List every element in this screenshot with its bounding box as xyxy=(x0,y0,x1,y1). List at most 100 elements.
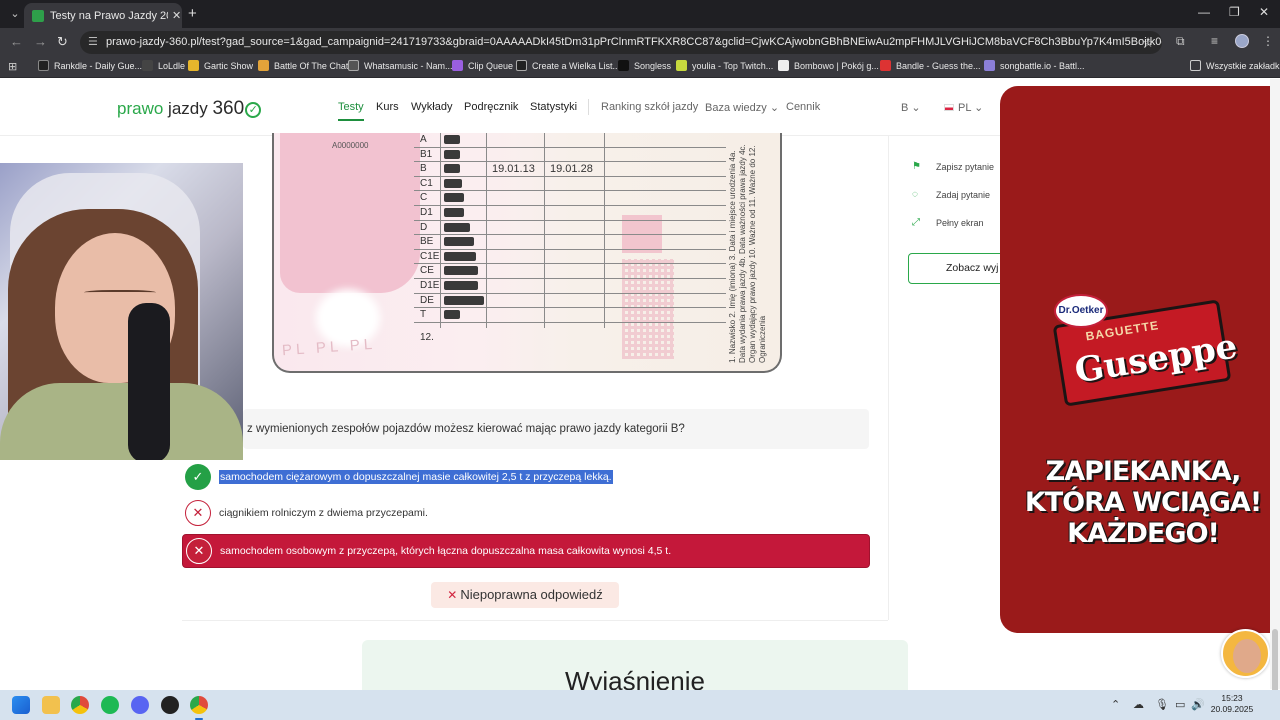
nav-statystyki[interactable]: Statystyki xyxy=(530,101,577,113)
category-select[interactable]: B ⌄ xyxy=(901,101,921,114)
bookmarks-bar: ⊞ Rankdle - Daily Gue... LoLdle Gartic S… xyxy=(0,56,1280,78)
question-text: z wymienionych zespołów pojazdów możesz … xyxy=(243,409,869,449)
nav-podrecznik[interactable]: Podręcznik xyxy=(464,101,518,113)
table-line xyxy=(440,133,441,328)
bookmark-icon xyxy=(348,60,359,71)
volume-icon[interactable]: 🔊 xyxy=(1191,698,1205,711)
back-icon[interactable]: ← xyxy=(10,34,23,49)
close-icon: ✕ xyxy=(185,500,211,526)
license-number: A0000000 xyxy=(332,141,369,150)
chevron-down-icon: ⌄ xyxy=(974,102,984,114)
bookmark-item[interactable]: Create a Wielka List... xyxy=(516,60,620,71)
bookmark-item[interactable]: Clip Queue xyxy=(452,60,513,71)
tractor-icon xyxy=(444,310,460,320)
license-category-table: A B1 B 19.01.13 19.01.28 C1 C D1 D BE C1E … xyxy=(414,133,726,328)
result-badge: ✕ Niepoprawna odpowiedź xyxy=(431,582,619,608)
bookmark-icon xyxy=(452,60,463,71)
motorcycle-icon xyxy=(444,135,460,144)
nav-kurs[interactable]: Kurs xyxy=(376,101,399,113)
apps-icon[interactable]: ⊞ xyxy=(8,60,17,73)
network-icon[interactable]: ▭ xyxy=(1175,698,1185,711)
advertisement-overlay[interactable]: BAGUETTE Guseppe Dr.Oetker ZAPIEKANKA, K… xyxy=(1000,86,1280,633)
chrome-active-icon[interactable] xyxy=(190,696,208,720)
license-row: A xyxy=(414,133,726,148)
tab-close-icon[interactable]: ✕ xyxy=(172,9,181,22)
save-question-button[interactable]: ⚑ Zapisz pytanie xyxy=(912,161,994,172)
browser-tab[interactable]: Testy na Prawo Jazdy 2025 - Da ✕ xyxy=(24,3,182,28)
license-row: D1 xyxy=(414,206,726,221)
bookmark-icon xyxy=(516,60,527,71)
bookmark-item[interactable]: Whatsamusic - Nam... xyxy=(348,60,453,71)
restore-icon[interactable]: ❐ xyxy=(1229,5,1240,19)
menu-icon[interactable]: ⋮ xyxy=(1262,34,1274,48)
answer-option[interactable]: ✕ ciągnikiem rolniczym z dwiema przyczep… xyxy=(182,496,870,530)
bookmark-icon xyxy=(778,60,789,71)
bookmark-item[interactable]: youlia - Top Twitch... xyxy=(676,60,773,71)
license-legend-text: 1. Nazwisko 2. Imię (imiona) 3. Data i m… xyxy=(728,144,767,363)
row-12-label: 12. xyxy=(420,332,434,343)
bookmark-item[interactable]: Bandle - Guess the... xyxy=(880,60,981,71)
minimize-icon[interactable]: — xyxy=(1198,5,1210,19)
obs-icon[interactable] xyxy=(161,696,179,714)
van-icon xyxy=(444,178,462,188)
all-bookmarks[interactable]: Wszystkie zakładki xyxy=(1190,60,1280,71)
folder-icon xyxy=(258,60,269,71)
poland-flag-icon xyxy=(944,104,954,111)
spotify-icon[interactable] xyxy=(101,696,119,714)
site-favicon-icon xyxy=(32,9,44,22)
divider xyxy=(182,620,888,621)
bookmark-item[interactable]: Gartic Show xyxy=(188,60,253,71)
new-tab-icon[interactable]: + xyxy=(188,5,197,23)
explanation-title: Wyjaśnienie xyxy=(565,666,705,690)
site-logo[interactable]: prawo jazdy 360 ✓ xyxy=(117,98,262,120)
page-scrollbar[interactable] xyxy=(1270,79,1280,709)
bookmark-item[interactable]: LoLdle xyxy=(142,60,185,71)
profile-avatar[interactable] xyxy=(1235,34,1249,48)
windows-taskbar: ⌃ ☁ 🎙 ▭ 🔊 15:23 20.09.2025 xyxy=(0,690,1280,720)
discord-icon[interactable] xyxy=(131,696,149,714)
bookmark-item[interactable]: Songless xyxy=(618,60,671,71)
file-explorer-icon[interactable] xyxy=(42,696,60,714)
address-bar[interactable]: ☰ prawo-jazdy-360.pl/test?gad_source=1&g… xyxy=(80,31,1162,54)
bookmark-item[interactable]: Bombowo | Pokój g... xyxy=(778,60,879,71)
ask-question-button[interactable]: ◌ Zadaj pytanie xyxy=(912,189,990,200)
nav-testy[interactable]: Testy xyxy=(338,101,364,121)
nav-cennik[interactable]: Cennik xyxy=(786,101,820,113)
cloud-icon[interactable]: ☁ xyxy=(1133,698,1144,711)
minibus-trailer-icon xyxy=(444,280,478,290)
support-chat-avatar[interactable] xyxy=(1221,629,1270,678)
window-close-icon[interactable]: ✕ xyxy=(1259,5,1269,19)
site-info-icon[interactable]: ☰ xyxy=(88,31,98,54)
bus-icon xyxy=(444,222,470,232)
language-select[interactable]: PL ⌄ xyxy=(944,101,983,114)
bookmark-item[interactable]: Rankdle - Daily Gue... xyxy=(38,60,142,71)
tab-title: Testy na Prawo Jazdy 2025 - Da xyxy=(50,9,168,22)
reload-icon[interactable]: ↻ xyxy=(57,34,68,50)
explanation-section: Wyjaśnienie xyxy=(362,640,908,690)
windows-start-icon[interactable] xyxy=(12,696,30,714)
car-trailer-icon xyxy=(444,237,474,247)
nav-baza-wiedzy[interactable]: Baza wiedzy ⌄ xyxy=(705,101,779,114)
expand-icon: ⤢ xyxy=(912,217,920,228)
avatar xyxy=(1233,639,1261,673)
answer-option-selected-wrong[interactable]: ✕ samochodem osobowym z przyczepą, który… xyxy=(182,534,870,568)
clock-date: 20.09.2025 xyxy=(1210,704,1254,714)
tray-expand-icon[interactable]: ⌃ xyxy=(1111,698,1120,711)
chrome-icon[interactable] xyxy=(71,696,89,714)
media-icon[interactable]: ≡ xyxy=(1211,34,1218,48)
answer-option-correct[interactable]: ✓ samochodem ciężarowym o dopuszczalnej … xyxy=(182,460,870,494)
taskbar-clock[interactable]: 15:23 20.09.2025 xyxy=(1206,693,1258,715)
microphone-tray-icon[interactable]: 🎙 xyxy=(1155,698,1169,711)
nav-wyklady[interactable]: Wykłady xyxy=(411,101,452,113)
bookmark-icon xyxy=(618,60,629,71)
close-icon: ✕ xyxy=(447,588,458,602)
fullscreen-button[interactable]: ⤢ Pełny ekran xyxy=(912,217,984,228)
bookmark-item[interactable]: songbattle.io - Battl... xyxy=(984,60,1085,71)
tab-search-icon[interactable]: ⌄ xyxy=(6,5,24,23)
table-line xyxy=(486,133,487,328)
bookmark-item[interactable]: Battle Of The Chat xyxy=(258,60,348,71)
extensions-icon[interactable]: ⧉ xyxy=(1176,34,1185,49)
forward-icon[interactable]: → xyxy=(34,34,47,49)
bookmark-star-icon[interactable]: ☆ xyxy=(1142,31,1154,54)
nav-ranking[interactable]: Ranking szkół jazdy xyxy=(601,101,698,113)
